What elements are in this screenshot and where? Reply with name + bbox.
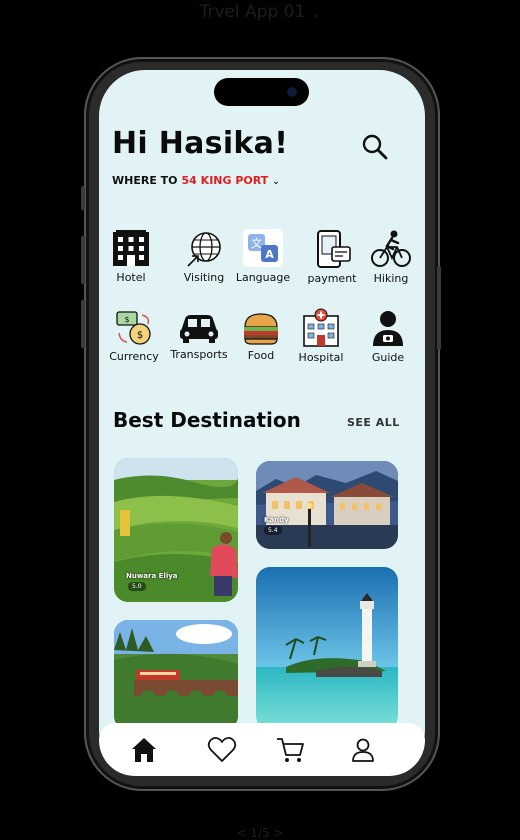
- phone-side-button: [81, 186, 85, 210]
- see-all-link[interactable]: SEE ALL: [347, 416, 400, 429]
- frame-title: Trvel App 01 ⌄: [0, 2, 520, 22]
- destination-card-nine-arch[interactable]: [114, 620, 238, 730]
- category-transports[interactable]: Transports: [164, 309, 234, 361]
- destination-rating: 5.0: [128, 582, 146, 591]
- home-icon[interactable]: [129, 735, 159, 765]
- destination-card-nuwara-eliya[interactable]: Nuwara Eliya 5.0: [114, 458, 238, 602]
- category-language[interactable]: 文 A Language: [228, 228, 298, 284]
- destination-image-temple: [256, 461, 398, 549]
- category-hiking[interactable]: Hiking: [356, 229, 426, 285]
- heart-icon[interactable]: [207, 735, 237, 765]
- category-guide[interactable]: Guide: [353, 308, 423, 364]
- category-hospital[interactable]: Hospital: [286, 308, 356, 364]
- category-hotel[interactable]: Hotel: [96, 230, 166, 284]
- where-label: WHERE TO: [112, 174, 178, 187]
- car-icon: [180, 315, 218, 343]
- user-icon[interactable]: [348, 735, 378, 765]
- category-label: Hotel: [116, 271, 146, 284]
- destination-name: Nuwara Eliya: [126, 572, 178, 580]
- category-label: Guide: [371, 351, 405, 364]
- destination-card-lighthouse[interactable]: [256, 567, 398, 730]
- category-label: Transports: [170, 348, 228, 361]
- camera-icon: [287, 87, 297, 97]
- phone-volume-down-button: [81, 300, 85, 348]
- search-icon[interactable]: [361, 133, 389, 161]
- hospital-icon: [303, 308, 339, 347]
- greeting-title: Hi Hasika!: [112, 126, 289, 161]
- destination-image-lighthouse: [256, 567, 398, 730]
- dynamic-island: [214, 78, 309, 106]
- destination-name: Kandy: [264, 516, 289, 524]
- globe-icon: [187, 232, 221, 267]
- category-currency[interactable]: $ $ Currency: [99, 309, 169, 363]
- destination-image-tea-plantation: [114, 458, 238, 602]
- hotel-icon: [113, 230, 149, 266]
- category-label: Hospital: [298, 351, 344, 364]
- burger-icon: [244, 313, 278, 345]
- category-label: Currency: [109, 350, 159, 363]
- guide-icon: [373, 311, 403, 346]
- bicycle-icon: [371, 230, 411, 267]
- category-label: Language: [235, 271, 291, 284]
- destination-card-kandy[interactable]: Kandy 5.4: [256, 461, 398, 549]
- svg-text:文: 文: [251, 236, 262, 250]
- payment-icon: [317, 230, 351, 268]
- section-title: Best Destination: [113, 408, 301, 432]
- translate-icon: 文 A: [243, 229, 283, 267]
- svg-text:$: $: [137, 330, 143, 341]
- frame-pager[interactable]: < 1/5 >: [0, 826, 520, 840]
- chevron-down-icon: ⌄: [272, 177, 280, 187]
- svg-text:A: A: [265, 248, 274, 261]
- currency-icon: $ $: [116, 311, 151, 345]
- category-label: Hiking: [373, 272, 409, 285]
- destination-rating: 5.4: [264, 526, 282, 535]
- location-value: 54 KING PORT: [181, 174, 269, 187]
- destination-image-train-bridge: [114, 620, 238, 730]
- phone-volume-up-button: [81, 236, 85, 284]
- location-selector[interactable]: WHERE TO 54 KING PORT ⌄: [112, 174, 280, 187]
- svg-text:$: $: [124, 315, 129, 324]
- cart-icon[interactable]: [275, 735, 305, 765]
- phone-power-button: [437, 266, 441, 350]
- frame-title-text: Trvel App 01: [199, 2, 306, 22]
- chevron-down-icon: ⌄: [311, 7, 321, 20]
